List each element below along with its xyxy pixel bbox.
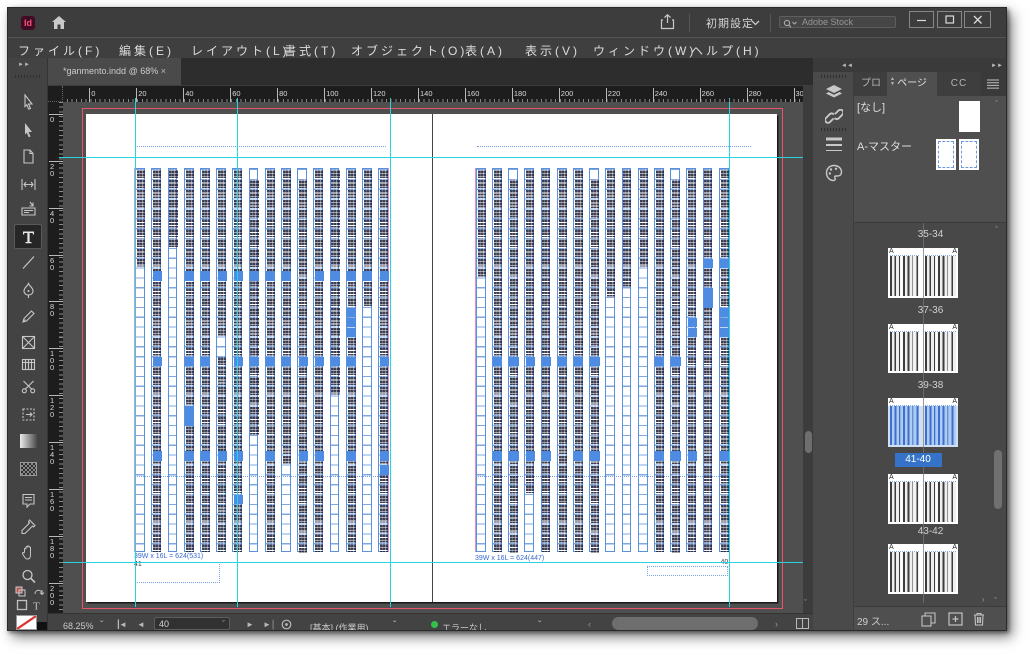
svg-text:T: T (33, 601, 40, 612)
